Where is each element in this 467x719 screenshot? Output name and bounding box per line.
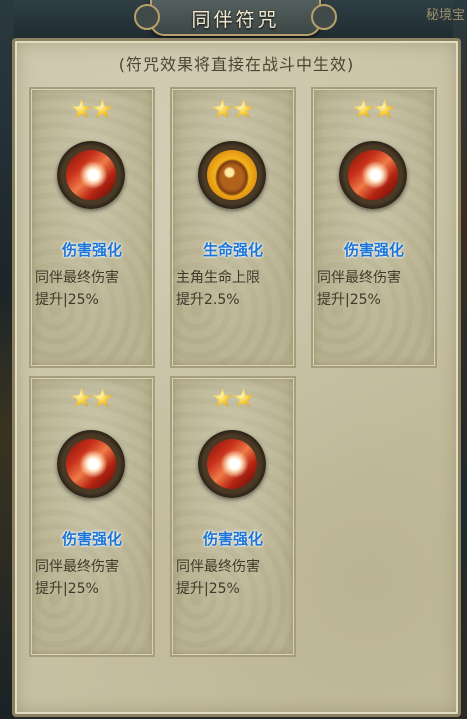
card-name: 伤害强化	[61, 241, 122, 259]
star-icon	[212, 388, 233, 408]
flexed-arm-icon	[198, 141, 266, 209]
star-icon	[71, 99, 92, 119]
desc-line-2: 提升|25%	[317, 292, 381, 308]
star-icon	[92, 388, 113, 408]
desc-line-1: 同伴最终伤害	[35, 270, 119, 286]
talisman-panel: (符咒效果将直接在战斗中生效) 伤害强化 同伴最终伤害 提升|25% 生命强化 …	[12, 38, 461, 717]
damage-slash-icon	[198, 430, 266, 498]
card-description: 同伴最终伤害 提升|25%	[35, 556, 151, 600]
star-rating	[31, 99, 153, 121]
star-icon	[374, 99, 395, 119]
star-icon	[233, 388, 254, 408]
panel-subtitle: (符咒效果将直接在战斗中生效)	[118, 55, 355, 74]
desc-line-1: 主角生命上限	[176, 270, 260, 286]
card-description: 主角生命上限 提升2.5%	[176, 267, 292, 311]
card-description: 同伴最终伤害 提升|25%	[176, 556, 292, 600]
desc-line-2: 提升|25%	[35, 581, 99, 597]
star-rating	[31, 388, 153, 410]
card-name: 生命强化	[202, 241, 263, 259]
talisman-card-1[interactable]: 伤害强化 同伴最终伤害 提升|25%	[29, 87, 155, 368]
desc-line-1: 同伴最终伤害	[176, 559, 260, 575]
desc-line-2: 提升|25%	[35, 292, 99, 308]
star-icon	[92, 99, 113, 119]
corner-label: 秘境宝	[425, 8, 465, 23]
star-icon	[71, 388, 92, 408]
card-description: 同伴最终伤害 提升|25%	[35, 267, 151, 311]
card-description: 同伴最终伤害 提升|25%	[317, 267, 433, 311]
damage-slash-icon	[57, 430, 125, 498]
desc-line-1: 同伴最终伤害	[317, 270, 401, 286]
star-icon	[212, 99, 233, 119]
desc-line-1: 同伴最终伤害	[35, 559, 119, 575]
card-name: 伤害强化	[202, 530, 263, 548]
damage-slash-icon	[57, 141, 125, 209]
card-name: 伤害强化	[61, 530, 122, 548]
star-rating	[172, 388, 294, 410]
desc-line-2: 提升2.5%	[176, 292, 240, 308]
talisman-card-5[interactable]: 伤害强化 同伴最终伤害 提升|25%	[170, 376, 296, 657]
talisman-card-3[interactable]: 伤害强化 同伴最终伤害 提升|25%	[311, 87, 437, 368]
star-rating	[172, 99, 294, 121]
star-icon	[353, 99, 374, 119]
page-title: 同伴符咒	[191, 9, 280, 31]
title-tab: 同伴符咒	[134, 0, 337, 36]
desc-line-2: 提升|25%	[176, 581, 240, 597]
star-rating	[313, 99, 435, 121]
damage-slash-icon	[339, 141, 407, 209]
card-name: 伤害强化	[343, 241, 404, 259]
talisman-card-2[interactable]: 生命强化 主角生命上限 提升2.5%	[170, 87, 296, 368]
star-icon	[233, 99, 254, 119]
talisman-card-4[interactable]: 伤害强化 同伴最终伤害 提升|25%	[29, 376, 155, 657]
